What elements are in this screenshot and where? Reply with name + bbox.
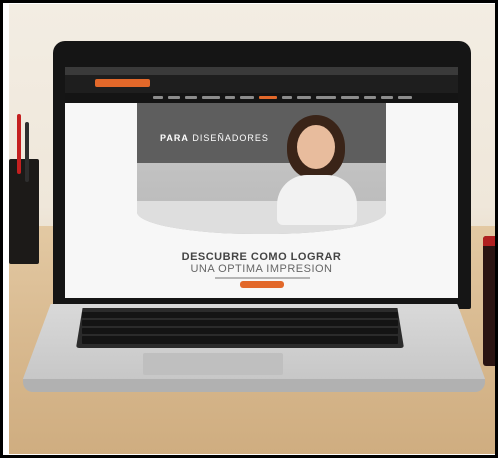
key-row	[82, 312, 398, 318]
nav-item	[225, 96, 235, 99]
nav-item	[202, 96, 220, 99]
nav-item	[316, 96, 336, 99]
key-row	[82, 320, 398, 326]
mug-rim	[483, 236, 496, 246]
browser-bar	[65, 67, 458, 75]
hero-banner: PARA DISEÑADORES	[137, 103, 386, 234]
pen-holder	[9, 159, 39, 264]
hero-title-light: DISEÑADORES	[188, 133, 269, 143]
nav-item	[282, 96, 292, 99]
cta-button[interactable]	[240, 281, 284, 288]
nav-item	[185, 96, 197, 99]
nav-item	[364, 96, 376, 99]
nav-item-active	[259, 96, 277, 99]
girl-face	[297, 125, 335, 169]
trackpad	[143, 353, 283, 375]
site-nav	[65, 93, 458, 103]
nav-item	[341, 96, 359, 99]
hero-title-bold: PARA	[160, 133, 189, 143]
headline-line1: DESCUBRE COMO LOGRAR	[181, 251, 342, 263]
site-logo	[95, 79, 150, 87]
laptop-photo: PARA DISEÑADORES DESCUBRE COMO LOGRAR UN…	[9, 4, 496, 454]
headline-subtext	[215, 277, 310, 279]
nav-item	[240, 96, 254, 99]
nav-item	[398, 96, 412, 99]
laptop-base-lip	[23, 379, 485, 392]
nav-item	[381, 96, 393, 99]
site-header	[65, 75, 458, 93]
hero-title: PARA DISEÑADORES	[160, 133, 269, 143]
key-row	[82, 336, 398, 344]
key-row	[82, 328, 398, 334]
headline-line2: UNA OPTIMA IMPRESION	[190, 263, 333, 275]
nav-item	[153, 96, 163, 99]
nav-item	[168, 96, 180, 99]
red-pen	[17, 114, 21, 174]
keyboard	[76, 308, 404, 348]
mug	[483, 236, 496, 366]
laptop-screen: PARA DISEÑADORES DESCUBRE COMO LOGRAR UN…	[65, 67, 458, 298]
nav-item	[297, 96, 311, 99]
girl-body	[277, 175, 357, 225]
black-pen	[25, 122, 29, 182]
